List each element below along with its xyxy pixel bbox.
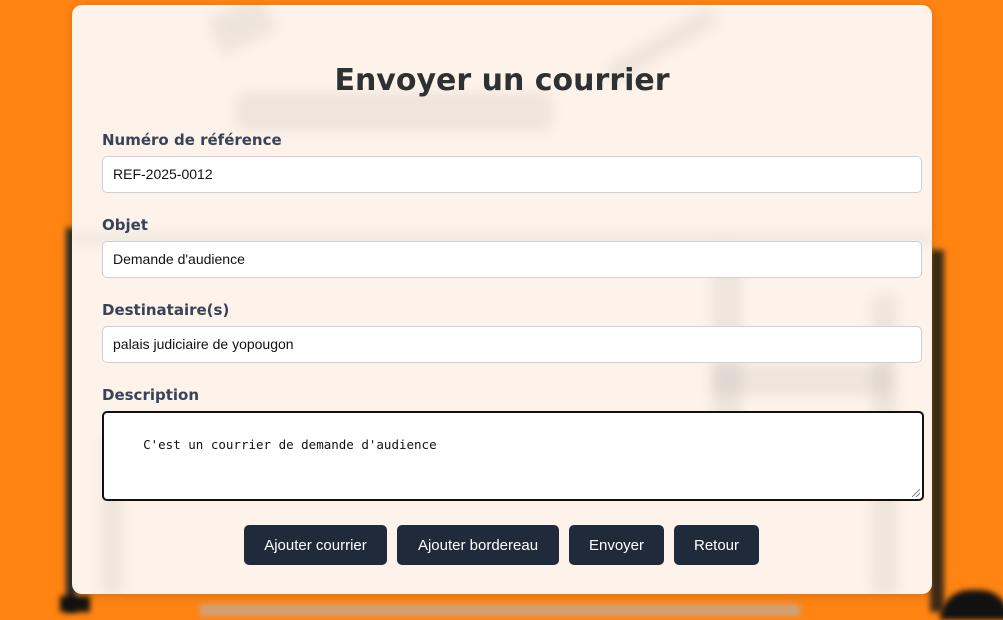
- resize-grip-icon[interactable]: [912, 489, 920, 497]
- description-text: C'est un courrier de demande d'audience: [143, 437, 437, 452]
- page-title: Envoyer un courrier: [334, 63, 670, 98]
- description-textarea[interactable]: C'est un courrier de demande d'audience: [102, 411, 924, 501]
- destinataires-label: Destinataire(s): [102, 301, 230, 319]
- description-label: Description: [102, 386, 200, 404]
- background-shape: [200, 604, 800, 616]
- send-button[interactable]: Envoyer: [569, 525, 664, 565]
- background-shape: [206, 5, 278, 56]
- background-shape: [712, 365, 892, 395]
- send-mail-form-card: Envoyer un courrier Numéro de référence …: [72, 5, 932, 594]
- add-mail-button[interactable]: Ajouter courrier: [244, 525, 387, 565]
- objet-label: Objet: [102, 216, 148, 234]
- back-button[interactable]: Retour: [674, 525, 759, 565]
- reference-label: Numéro de référence: [102, 131, 282, 149]
- reference-input[interactable]: REF-2025-0012: [102, 156, 922, 193]
- background-shape: [940, 590, 1003, 620]
- background-shape: [237, 93, 552, 131]
- objet-input[interactable]: Demande d'audience: [102, 241, 922, 278]
- background-shape: [930, 250, 944, 612]
- background-shape: [60, 596, 90, 612]
- destinataires-input[interactable]: palais judiciaire de yopougon: [102, 326, 922, 363]
- add-bordereau-button[interactable]: Ajouter bordereau: [397, 525, 559, 565]
